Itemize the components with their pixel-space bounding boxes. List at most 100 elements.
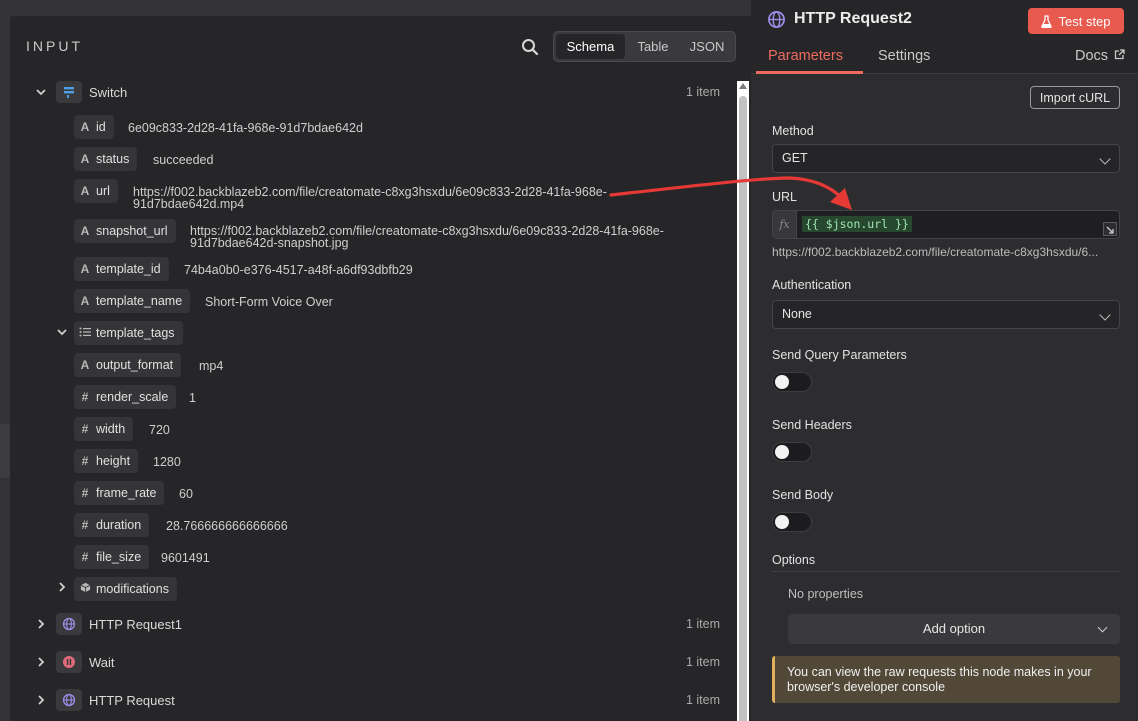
send-query-label: Send Query Parameters: [772, 348, 907, 362]
list-icon: [74, 326, 96, 340]
field-value-cont: 91d7bdae642d-snapshot.jpg: [190, 236, 349, 250]
field-pill-url[interactable]: Aurl: [74, 179, 118, 203]
options-divider: [772, 571, 1120, 572]
field-value: Short-Form Voice Over: [205, 295, 333, 309]
send-headers-toggle[interactable]: [772, 442, 812, 462]
field-pill-modifications[interactable]: modifications: [74, 577, 177, 601]
item-count: 1 item: [685, 617, 720, 631]
field-value: 9601491: [161, 551, 210, 565]
item-count: 1 item: [685, 655, 720, 669]
field-pill-id[interactable]: Aid: [74, 115, 114, 139]
n8n-editor: INPUT Schema Table JSON Switch 1 item Ai…: [0, 0, 1138, 721]
send-body-toggle[interactable]: [772, 512, 812, 532]
url-resolved-preview: https://f002.backblazeb2.com/file/creato…: [772, 245, 1099, 259]
send-headers-label: Send Headers: [772, 418, 852, 432]
chevron-down-icon[interactable]: [35, 86, 47, 98]
field-pill-status[interactable]: Astatus: [74, 147, 138, 171]
node-name: Wait: [89, 655, 115, 670]
field-value-cont: 91d7bdae642d.mp4: [133, 197, 245, 211]
expression-text: {{ $json.url }}: [802, 216, 912, 232]
number-type-icon: #: [81, 454, 89, 468]
view-tab-table[interactable]: Table: [625, 34, 681, 59]
tab-parameters[interactable]: Parameters: [768, 48, 843, 64]
string-type-icon: A: [80, 120, 90, 134]
field-value: 1: [189, 391, 196, 405]
number-type-icon: #: [81, 422, 89, 436]
field-pill-height[interactable]: # height: [74, 449, 139, 473]
expand-editor-icon[interactable]: [1103, 222, 1117, 236]
field-pill-frame-rate[interactable]: # frame_rate: [74, 481, 165, 505]
pause-icon: [56, 651, 82, 673]
node-title[interactable]: HTTP Request2: [794, 10, 912, 28]
string-type-icon: A: [80, 224, 90, 238]
toggle-knob: [775, 515, 789, 529]
field-pill-output-format[interactable]: Aoutput_format: [74, 353, 182, 377]
method-label: Method: [772, 124, 814, 138]
field-pill-template-name[interactable]: Atemplate_name: [74, 289, 191, 313]
chevron-right-icon[interactable]: [35, 618, 47, 630]
cube-icon: [74, 582, 96, 596]
chevron-down-icon: [1097, 622, 1108, 633]
string-type-icon: A: [80, 358, 90, 372]
node-name: HTTP Request1: [89, 617, 182, 632]
chevron-down-icon: [1099, 309, 1111, 321]
authentication-select[interactable]: None: [772, 300, 1120, 329]
input-panel-title: INPUT: [26, 38, 83, 54]
view-mode-switch: Schema Table JSON: [553, 31, 736, 62]
method-select[interactable]: GET: [772, 144, 1120, 173]
chevron-right-icon[interactable]: [35, 656, 47, 668]
field-pill-template-tags[interactable]: template_tags: [74, 321, 183, 345]
number-type-icon: #: [81, 518, 89, 532]
field-value: 6e09c833-2d28-41fa-968e-91d7bdae642d: [128, 121, 363, 135]
node-name: Switch: [89, 85, 128, 100]
globe-icon: [56, 689, 82, 711]
string-type-icon: A: [80, 184, 90, 198]
string-type-icon: A: [80, 152, 90, 166]
import-curl-button[interactable]: Import cURL: [1030, 86, 1120, 109]
number-type-icon: #: [81, 486, 89, 500]
globe-icon: [56, 613, 82, 635]
url-expression-input[interactable]: fx {{ $json.url }}: [772, 210, 1120, 239]
scroll-up-icon[interactable]: [739, 83, 747, 89]
scrollbar-thumb[interactable]: [739, 96, 747, 721]
chevron-right-icon[interactable]: [35, 694, 47, 706]
field-value: 720: [149, 423, 170, 437]
chevron-down-icon: [1099, 153, 1111, 165]
field-pill-template-id[interactable]: Atemplate_id: [74, 257, 169, 281]
string-type-icon: A: [80, 294, 90, 308]
add-option-button[interactable]: Add option: [788, 614, 1120, 644]
send-body-label: Send Body: [772, 488, 834, 502]
field-value: succeeded: [153, 153, 214, 167]
tree-node-switch[interactable]: Switch 1 item: [10, 81, 738, 103]
number-type-icon: #: [81, 550, 89, 564]
tree-node-wait[interactable]: Wait 1 item: [10, 651, 738, 673]
tree-node-http-request[interactable]: HTTP Request 1 item: [10, 689, 738, 711]
field-value: 28.766666666666666: [166, 519, 288, 533]
tree-node-http-request1[interactable]: HTTP Request1 1 item: [10, 613, 738, 635]
view-tab-json[interactable]: JSON: [681, 34, 733, 59]
search-icon[interactable]: [520, 37, 540, 57]
field-pill-file-size[interactable]: # file_size: [74, 545, 150, 569]
globe-icon: [768, 11, 785, 28]
field-pill-duration[interactable]: # duration: [74, 513, 150, 537]
tab-settings[interactable]: Settings: [878, 48, 930, 64]
node-header: HTTP Request2 Test step Parameters Setti…: [751, 0, 1138, 74]
view-tab-schema[interactable]: Schema: [556, 34, 625, 59]
field-value: 60: [179, 487, 193, 501]
number-type-icon: #: [81, 390, 89, 404]
field-value: mp4: [199, 359, 224, 373]
chevron-right-icon[interactable]: [56, 581, 68, 593]
chevron-down-icon[interactable]: [56, 326, 68, 338]
field-pill-snapshot-url[interactable]: Asnapshot_url: [74, 219, 176, 243]
input-panel: INPUT Schema Table JSON Switch 1 item Ai…: [10, 16, 751, 721]
test-step-button[interactable]: Test step: [1028, 8, 1124, 34]
fx-icon: fx: [773, 211, 797, 238]
field-pill-width[interactable]: # width: [74, 417, 134, 441]
send-query-toggle[interactable]: [772, 372, 812, 392]
docs-link[interactable]: Docs: [1075, 48, 1125, 64]
external-link-icon: [1114, 49, 1125, 60]
field-pill-render-scale[interactable]: # render_scale: [74, 385, 177, 409]
flask-icon: [1041, 14, 1053, 28]
schema-tree: Switch 1 item Aid 6e09c833-2d28-41fa-968…: [10, 74, 738, 721]
url-label: URL: [772, 190, 798, 204]
